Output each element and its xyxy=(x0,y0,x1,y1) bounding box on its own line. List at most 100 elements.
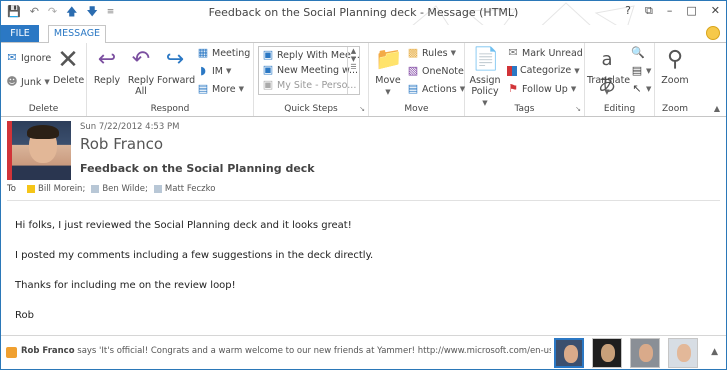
group-quick-steps: ▣ Reply With Mee... ▣ New Meeting w... ▣… xyxy=(254,43,369,116)
find-button[interactable]: 🔍 xyxy=(631,46,645,59)
body-paragraph: I posted my comments including a few sug… xyxy=(15,250,374,261)
group-label: Delete xyxy=(28,104,59,114)
reply-all-icon: ↶ xyxy=(131,47,151,72)
chevron-down-icon: ▼ xyxy=(450,49,457,57)
body-paragraph: Hi folks, I just reviewed the Social Pla… xyxy=(15,220,352,231)
people-pane: Rob Franco says 'It's official! Congrats… xyxy=(1,335,726,369)
social-update-text[interactable]: Rob Franco says 'It's official! Congrats… xyxy=(21,346,551,356)
assign-policy-button[interactable]: 📄 Assign Policy ▼ xyxy=(468,47,502,109)
quick-steps-gallery: ▣ Reply With Mee... ▣ New Meeting w... ▣… xyxy=(258,46,360,95)
dialog-launcher-icon[interactable]: ↘ xyxy=(359,105,365,113)
sent-date: Sun 7/22/2012 4:53 PM xyxy=(80,122,180,132)
ignore-button[interactable]: ✉ Ignore xyxy=(6,52,51,64)
magnifier-icon: ⚲ xyxy=(666,47,684,72)
avatar-face xyxy=(677,344,691,362)
ribbon: ✉ Ignore ☻ Junk ▼ ✕ Delete Delete ↩ Repl… xyxy=(1,42,726,117)
gallery-scrollbar[interactable]: ▲ ▼ ☰ xyxy=(347,47,359,94)
dialog-launcher-icon[interactable]: ↘ xyxy=(575,105,581,113)
binoculars-icon: 🔍 xyxy=(631,46,645,59)
select-button[interactable]: ↖ ▼ xyxy=(631,83,651,95)
message-body[interactable]: Hi folks, I just reviewed the Social Pla… xyxy=(15,219,705,339)
chevron-down-icon: ▼ xyxy=(385,88,391,96)
forward-icon: ↪ xyxy=(165,47,185,72)
recipient[interactable]: Bill Morein; xyxy=(27,184,85,194)
header-divider xyxy=(7,200,720,201)
help-button[interactable]: ? xyxy=(625,4,631,18)
more-icon: ▤ xyxy=(197,82,209,95)
group-delete: ✉ Ignore ☻ Junk ▼ ✕ Delete Delete xyxy=(1,43,87,116)
more-respond-button[interactable]: ▤ More ▼ xyxy=(197,83,244,95)
quick-step-item[interactable]: ▣ Reply With Mee... xyxy=(262,49,360,61)
message-header: Sun 7/22/2012 4:53 PM Rob Franco Feedbac… xyxy=(1,118,726,200)
close-button[interactable]: ✕ xyxy=(711,4,720,18)
body-paragraph: Thanks for including me on the review lo… xyxy=(15,280,236,291)
avatar-hair xyxy=(27,125,59,139)
forward-button[interactable]: ↪ Forward xyxy=(157,47,195,86)
maximize-button[interactable]: □ xyxy=(686,4,696,18)
im-icon: ◗ xyxy=(200,64,206,77)
recipient[interactable]: Matt Feczko xyxy=(153,184,215,194)
categorize-icon xyxy=(507,65,517,76)
group-label: Respond xyxy=(150,104,190,114)
categorize-button[interactable]: Categorize ▼ xyxy=(507,65,580,76)
ribbon-display-button[interactable]: ⧉ xyxy=(645,4,653,18)
cursor-icon: ↖ xyxy=(632,82,642,95)
tab-message[interactable]: MESSAGE xyxy=(48,25,106,43)
collapse-ribbon-icon[interactable]: ▲ xyxy=(714,104,720,113)
junk-button[interactable]: ☻ Junk ▼ xyxy=(6,75,49,88)
move-button[interactable]: 📁 Move ▼ xyxy=(373,47,403,98)
reply-button[interactable]: ↩ Reply xyxy=(91,47,123,86)
sender-name[interactable]: Rob Franco xyxy=(80,135,163,153)
calendar-icon: ▣ xyxy=(262,48,274,61)
rules-button[interactable]: ▩ Rules ▼ xyxy=(407,47,456,59)
avatar[interactable] xyxy=(554,338,584,368)
presence-indicator xyxy=(27,185,35,193)
people-thumbnails xyxy=(554,338,698,368)
group-respond: ↩ Reply ↶ Reply All ↪ Forward ▦ Meeting … xyxy=(87,43,254,116)
avatar[interactable] xyxy=(592,338,622,368)
delete-button[interactable]: ✕ Delete xyxy=(53,45,84,86)
related-button[interactable]: ▤ ▼ xyxy=(631,64,652,77)
avatar-face xyxy=(564,345,578,363)
recipient-list: Bill Morein; Ben Wilde; Matt Feczko xyxy=(27,184,215,194)
onenote-button[interactable]: ▧ OneNote xyxy=(407,65,464,77)
junk-icon: ☻ xyxy=(6,75,18,88)
avatar-face xyxy=(639,344,653,362)
quick-step-item[interactable]: ▣ My Site - Perso... xyxy=(262,79,357,91)
actions-button[interactable]: ▤ Actions ▼ xyxy=(407,83,465,95)
group-editing: aあ Translate ▼ 🔍 ▤ ▼ ↖ ▼ Editing xyxy=(585,43,655,116)
translate-button[interactable]: aあ Translate ▼ xyxy=(587,47,630,98)
group-tags: 📄 Assign Policy ▼ ✉ Mark Unread Categori… xyxy=(465,43,585,116)
quick-step-item[interactable]: ▣ New Meeting w... xyxy=(262,64,358,76)
recipient[interactable]: Ben Wilde; xyxy=(91,184,148,194)
mark-unread-button[interactable]: ✉ Mark Unread xyxy=(507,47,582,59)
to-label: To xyxy=(7,184,16,194)
social-update-message: says 'It's official! Congrats and a warm… xyxy=(74,346,551,356)
window-controls: ? ⧉ – □ ✕ xyxy=(625,4,720,18)
avatar-face xyxy=(601,344,615,362)
actions-icon: ▤ xyxy=(407,82,419,95)
meeting-button[interactable]: ▦ Meeting xyxy=(197,47,251,59)
body-signature: Rob xyxy=(15,310,34,321)
related-icon: ▤ xyxy=(631,64,643,77)
rules-icon: ▩ xyxy=(407,46,419,59)
chevron-down-icon: ▼ xyxy=(646,85,652,93)
sender-photo[interactable] xyxy=(7,121,71,180)
reply-all-button[interactable]: ↶ Reply All xyxy=(125,47,157,97)
avatar[interactable] xyxy=(630,338,660,368)
delete-x-icon: ✕ xyxy=(57,45,79,75)
avatar[interactable] xyxy=(668,338,698,368)
feedback-smiley-icon[interactable] xyxy=(706,26,720,40)
im-button[interactable]: ◗ IM ▼ xyxy=(197,65,231,77)
follow-up-button[interactable]: ⚑ Follow Up ▼ xyxy=(507,83,576,95)
tab-file[interactable]: FILE xyxy=(1,25,39,42)
minimize-button[interactable]: – xyxy=(667,4,673,18)
social-update-icon xyxy=(6,347,17,358)
folder-icon: 📁 xyxy=(375,47,403,72)
ignore-icon: ✉ xyxy=(7,51,17,64)
zoom-button[interactable]: ⚲ Zoom xyxy=(658,47,692,86)
expand-people-pane-icon[interactable]: ▲ xyxy=(711,347,718,357)
window-title: Feedback on the Social Planning deck - M… xyxy=(208,6,519,19)
calendar-icon: ▣ xyxy=(262,63,274,76)
reply-icon: ↩ xyxy=(97,47,117,72)
